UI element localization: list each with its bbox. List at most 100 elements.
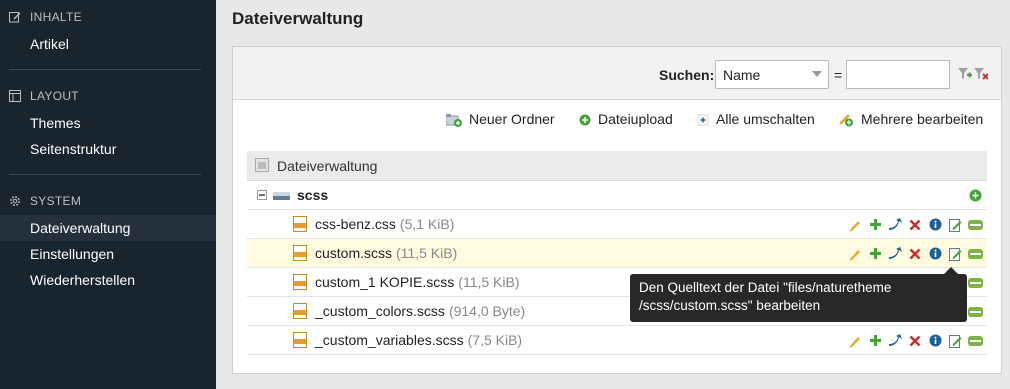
- page-title: Dateiverwaltung: [232, 9, 364, 28]
- add-icon[interactable]: [967, 188, 983, 203]
- new-folder-label: Neuer Ordner: [469, 111, 555, 127]
- file-actions: [843, 333, 983, 348]
- search-field-select[interactable]: Name: [715, 60, 829, 89]
- file-name[interactable]: _custom_colors.scss: [315, 303, 445, 319]
- edit-icon[interactable]: [847, 333, 863, 348]
- move-icon[interactable]: [887, 217, 903, 232]
- chevron-down-icon: [812, 71, 822, 77]
- edit-multiple-button[interactable]: Mehrere bearbeiten: [838, 111, 983, 127]
- upload-icon: [579, 113, 591, 126]
- sidebar-section-inhalte: INHALTE Artikel: [0, 0, 216, 70]
- edit-icon[interactable]: [847, 246, 863, 261]
- filter-apply-icon[interactable]: [958, 67, 972, 81]
- search-input[interactable]: [846, 60, 950, 89]
- tooltip-arrow: [944, 267, 958, 274]
- sidebar-section-title: SYSTEM: [30, 194, 82, 208]
- delete-icon[interactable]: [907, 246, 923, 261]
- collapse-icon[interactable]: [257, 190, 267, 200]
- file-size: (11,5 KiB): [396, 245, 458, 261]
- source-edit-icon[interactable]: [947, 246, 963, 261]
- tooltip-line-2: /scss/custom.scss" bearbeiten: [639, 298, 821, 313]
- sidebar-section-title: INHALTE: [30, 10, 82, 24]
- source-edit-icon[interactable]: [947, 333, 963, 348]
- file-name[interactable]: _custom_variables.scss: [315, 332, 464, 348]
- file-name[interactable]: css-benz.css: [315, 216, 396, 232]
- file-size: (5,1 KiB): [399, 216, 455, 232]
- gear-icon: [9, 195, 21, 207]
- file-row[interactable]: css-benz.css (5,1 KiB): [247, 210, 987, 239]
- sidebar-item-seitenstruktur[interactable]: Seitenstruktur: [0, 136, 216, 162]
- new-folder-button[interactable]: Neuer Ordner: [445, 111, 555, 127]
- sidebar-section-title: LAYOUT: [30, 89, 79, 103]
- scss-file-icon: [293, 332, 309, 348]
- info-icon[interactable]: [927, 217, 943, 232]
- file-size: (11,5 KiB): [458, 274, 520, 290]
- scss-file-icon: [293, 216, 309, 232]
- tooltip-line-1: Den Quelltext der Datei "files/naturethe…: [639, 280, 892, 295]
- search-label: Suchen:: [659, 67, 715, 83]
- file-manager-icon: [255, 157, 271, 174]
- equals-sign: =: [834, 67, 843, 83]
- layout-icon: [9, 90, 21, 102]
- upload-button[interactable]: Dateiupload: [579, 111, 673, 127]
- file-row[interactable]: custom.scss (11,5 KiB): [247, 239, 987, 268]
- edit-multiple-icon: [838, 111, 854, 127]
- copy-icon[interactable]: [867, 217, 883, 232]
- move-icon[interactable]: [887, 333, 903, 348]
- sidebar: INHALTE Artikel LAYOUT Themes Seitenstru…: [0, 0, 216, 389]
- sidebar-section-layout: LAYOUT Themes Seitenstruktur: [0, 70, 216, 175]
- info-icon[interactable]: [927, 246, 943, 261]
- info-icon[interactable]: [927, 333, 943, 348]
- plus-icon: [697, 113, 709, 126]
- folder-actions: [963, 188, 983, 203]
- tooltip: Den Quelltext der Datei "files/naturethe…: [630, 267, 967, 322]
- file-name[interactable]: custom_1 KOPIE.scss: [315, 274, 454, 290]
- sidebar-section-system: SYSTEM Dateiverwaltung Einstellungen Wie…: [0, 175, 216, 293]
- edit-icon[interactable]: [847, 217, 863, 232]
- file-size: (7,5 KiB): [467, 332, 523, 348]
- copy-icon[interactable]: [867, 246, 883, 261]
- custom-icon[interactable]: [967, 275, 983, 290]
- file-size: (914,0 Byte): [448, 303, 526, 319]
- new-folder-icon: [445, 111, 462, 127]
- folder-icon: [273, 188, 291, 202]
- sidebar-section-header[interactable]: LAYOUT: [0, 88, 216, 104]
- copy-icon[interactable]: [867, 333, 883, 348]
- custom-icon[interactable]: [967, 304, 983, 319]
- upload-label: Dateiupload: [598, 111, 673, 127]
- delete-icon[interactable]: [907, 333, 923, 348]
- sidebar-item-themes[interactable]: Themes: [0, 110, 216, 136]
- sidebar-item-wiederherstellen[interactable]: Wiederherstellen: [0, 267, 216, 293]
- custom-icon[interactable]: [967, 246, 983, 261]
- scss-file-icon: [293, 274, 309, 290]
- file-toolbar: Neuer Ordner Dateiupload Alle umschalten…: [233, 111, 1001, 131]
- custom-icon[interactable]: [967, 333, 983, 348]
- sidebar-item-dateiverwaltung[interactable]: Dateiverwaltung: [0, 215, 216, 241]
- move-icon[interactable]: [887, 246, 903, 261]
- toggle-all-label: Alle umschalten: [716, 111, 815, 127]
- scss-file-icon: [293, 303, 309, 319]
- file-name[interactable]: custom.scss: [315, 245, 392, 261]
- sidebar-section-header[interactable]: SYSTEM: [0, 193, 216, 209]
- search-field-select-value: Name: [723, 67, 761, 83]
- file-actions: [843, 246, 983, 261]
- folder-row[interactable]: scss: [247, 181, 987, 210]
- delete-icon[interactable]: [907, 217, 923, 232]
- custom-icon[interactable]: [967, 217, 983, 232]
- toggle-all-button[interactable]: Alle umschalten: [697, 111, 815, 127]
- main-content: Dateiverwaltung Suchen: Name = Neuer Ord: [216, 0, 1010, 389]
- scss-file-icon: [293, 245, 309, 261]
- sidebar-item-einstellungen[interactable]: Einstellungen: [0, 241, 216, 267]
- filter-bar: Suchen: Name =: [233, 47, 1001, 100]
- file-tree-header: Dateiverwaltung: [247, 151, 987, 181]
- sidebar-section-header[interactable]: INHALTE: [0, 9, 216, 25]
- file-row[interactable]: _custom_variables.scss (7,5 KiB): [247, 326, 987, 355]
- source-edit-icon[interactable]: [947, 217, 963, 232]
- edit-multiple-label: Mehrere bearbeiten: [861, 111, 984, 127]
- sidebar-item-artikel[interactable]: Artikel: [0, 31, 216, 57]
- filter-reset-icon[interactable]: [974, 67, 989, 81]
- file-tree: Dateiverwaltung scss css-benz.css (5,1 Ki…: [247, 151, 987, 355]
- file-manager-panel: Suchen: Name = Neuer Ordner Dateiupload …: [232, 46, 1002, 374]
- edit-icon: [9, 11, 21, 23]
- folder-name: scss: [297, 187, 329, 203]
